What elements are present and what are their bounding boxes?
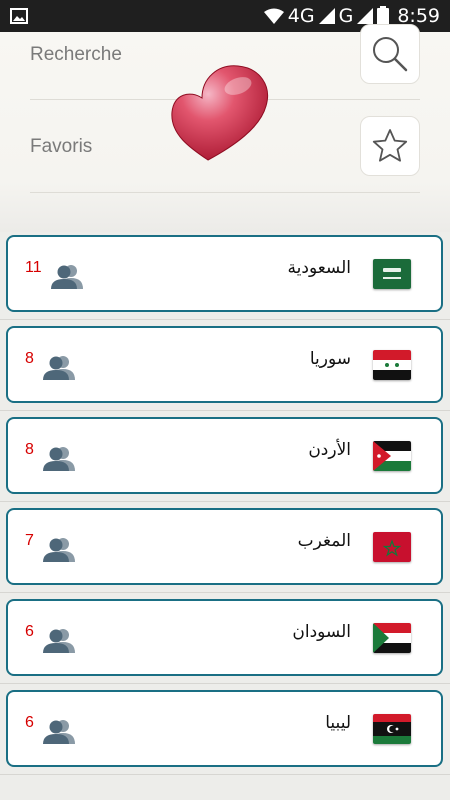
room-name: الأردن: [308, 440, 351, 460]
list-item[interactable]: 11 السعودية: [6, 235, 443, 312]
favorites-label: Favoris: [30, 136, 93, 157]
battery-icon: [377, 6, 390, 26]
room-name: ليبيا: [325, 713, 351, 733]
libya-flag: [373, 714, 411, 744]
row-divider: [0, 410, 450, 411]
users-icon: [43, 356, 75, 380]
user-count: 8: [25, 350, 34, 367]
search-icon: [373, 37, 408, 72]
morocco-flag: [373, 532, 411, 562]
row-divider: [0, 501, 450, 502]
users-icon: [51, 265, 83, 289]
signal-icon-secondary: [357, 8, 374, 24]
list-item[interactable]: 8 سوريا: [6, 326, 443, 403]
search-label: Recherche: [30, 44, 122, 65]
user-count: 11: [25, 259, 42, 276]
heart-icon[interactable]: [168, 62, 274, 162]
star-icon: [372, 129, 408, 162]
menu-divider: [30, 192, 420, 193]
saudi-arabia-flag: [373, 259, 411, 289]
users-icon: [43, 447, 75, 471]
signal-icon: [318, 8, 335, 24]
network-type-secondary: G: [338, 5, 354, 27]
users-icon: [43, 720, 75, 744]
jordan-flag: [373, 441, 411, 471]
room-name: السودان: [292, 622, 351, 642]
users-icon: [43, 538, 75, 562]
user-count: 7: [25, 532, 34, 549]
users-icon: [43, 629, 75, 653]
gallery-notification-icon: [10, 8, 28, 24]
list-item[interactable]: 6 ليبيا: [6, 690, 443, 767]
row-divider: [0, 319, 450, 320]
syria-flag: [373, 350, 411, 380]
row-divider: [0, 592, 450, 593]
user-count: 6: [25, 714, 34, 731]
user-count: 6: [25, 623, 34, 640]
sudan-flag: [373, 623, 411, 653]
list-item[interactable]: 6 السودان: [6, 599, 443, 676]
room-name: المغرب: [297, 531, 351, 551]
list-item[interactable]: 7 المغرب: [6, 508, 443, 585]
room-name: سوريا: [309, 349, 351, 369]
room-name: السعودية: [287, 258, 351, 278]
search-button[interactable]: [360, 24, 420, 84]
row-divider: [0, 774, 450, 775]
row-divider: [0, 683, 450, 684]
wifi-icon: [263, 8, 284, 24]
network-type: 4G: [287, 5, 315, 27]
user-count: 8: [25, 441, 34, 458]
list-item[interactable]: 8 الأردن: [6, 417, 443, 494]
favorites-button[interactable]: [360, 116, 420, 176]
